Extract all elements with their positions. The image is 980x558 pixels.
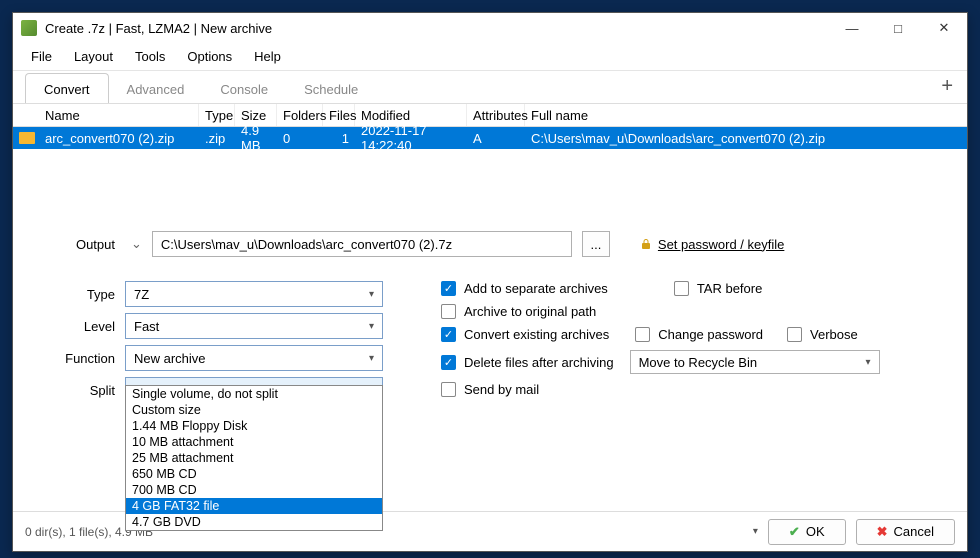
level-dropdown[interactable]: Fast▾ [125,313,383,339]
tab-console[interactable]: Console [202,74,286,103]
cell-folders: 0 [277,131,323,146]
cell-size: 4.9 MB [235,123,277,153]
split-opt-25mb[interactable]: 25 MB attachment [126,450,382,466]
chevron-down-icon: ▾ [369,353,374,364]
type-label: Type [31,287,115,302]
col-folders[interactable]: Folders [277,104,323,126]
function-dropdown[interactable]: New archive▾ [125,345,383,371]
col-name[interactable]: Name [39,104,199,126]
ok-button[interactable]: ✔OK [768,519,846,545]
output-label: Output [31,237,115,252]
output-path-input[interactable] [152,231,572,257]
main-window: Create .7z | Fast, LZMA2 | New archive ―… [12,12,968,552]
browse-button[interactable]: ... [582,231,610,257]
close-button[interactable]: ✕ [921,13,967,43]
chk-delete-after[interactable]: ✓ [441,355,456,370]
split-opt-dvd[interactable]: 4.7 GB DVD [126,514,382,530]
archive-icon [19,132,35,144]
check-icon: ✔ [789,524,800,540]
app-icon [21,20,37,36]
split-opt-10mb[interactable]: 10 MB attachment [126,434,382,450]
chevron-down-icon: ▾ [369,321,374,332]
split-opt-650cd[interactable]: 650 MB CD [126,466,382,482]
col-attributes[interactable]: Attributes [467,104,525,126]
tab-advanced[interactable]: Advanced [109,74,203,103]
output-chevron-icon[interactable]: ⌄ [131,236,142,252]
x-icon: ✖ [877,524,888,540]
split-label: Split [31,383,115,398]
chevron-down-icon: ▾ [369,289,374,300]
cell-attributes: A [467,131,525,146]
file-list-header: Name Type Size Folders Files Modified At… [13,103,967,127]
split-opt-custom[interactable]: Custom size [126,402,382,418]
chevron-down-icon[interactable]: ▾ [753,526,758,537]
right-options: ✓Add to separate archives TAR before Arc… [441,281,949,403]
type-dropdown[interactable]: 7Z▾ [125,281,383,307]
cell-modified: 2022-11-17 14:22:40 [355,123,467,153]
recycle-dropdown[interactable]: Move to Recycle Bin▾ [630,350,880,374]
split-opt-single[interactable]: Single volume, do not split [126,386,382,402]
add-tab-button[interactable]: + [941,75,953,98]
chk-convert-existing[interactable]: ✓ [441,327,456,342]
settings-panel: Output ⌄ ... Set password / keyfile Type… [13,213,967,511]
row-archive-orig: Archive to original path [441,304,949,319]
row-add-separate: ✓Add to separate archives TAR before [441,281,949,296]
minimize-button[interactable]: ― [829,13,875,43]
row-convert-existing: ✓Convert existing archives Change passwo… [441,327,949,342]
cancel-button[interactable]: ✖Cancel [856,519,955,545]
chk-add-separate[interactable]: ✓ [441,281,456,296]
split-dropdown-list: Single volume, do not split Custom size … [125,385,383,531]
output-row: Output ⌄ ... Set password / keyfile [31,231,949,257]
menu-options[interactable]: Options [177,45,242,68]
menu-tools[interactable]: Tools [125,45,175,68]
split-opt-700cd[interactable]: 700 MB CD [126,482,382,498]
set-password-link[interactable]: Set password / keyfile [640,237,784,252]
level-label: Level [31,319,115,334]
lock-icon [640,237,652,251]
menu-layout[interactable]: Layout [64,45,123,68]
chk-change-pw[interactable] [635,327,650,342]
cell-fullname: C:\Users\mav_u\Downloads\arc_convert070 … [525,131,967,146]
function-label: Function [31,351,115,366]
titlebar: Create .7z | Fast, LZMA2 | New archive ―… [13,13,967,43]
chk-verbose[interactable] [787,327,802,342]
menu-help[interactable]: Help [244,45,291,68]
col-files[interactable]: Files [323,104,355,126]
col-fullname[interactable]: Full name [525,104,967,126]
status-buttons: ▾ ✔OK ✖Cancel [753,519,955,545]
cell-type: .zip [199,131,235,146]
tab-schedule[interactable]: Schedule [286,74,376,103]
chevron-down-icon: ▾ [866,357,871,368]
split-opt-floppy[interactable]: 1.44 MB Floppy Disk [126,418,382,434]
file-list-area: Name Type Size Folders Files Modified At… [13,103,967,213]
split-opt-4gb[interactable]: 4 GB FAT32 file [126,498,382,514]
table-row[interactable]: arc_convert070 (2).zip .zip 4.9 MB 0 1 2… [13,127,967,149]
row-send-mail: Send by mail [441,382,949,397]
pw-label: Set password / keyfile [658,237,784,252]
tabbar: Convert Advanced Console Schedule + [13,71,967,103]
window-title: Create .7z | Fast, LZMA2 | New archive [45,21,829,36]
chk-tar-before[interactable] [674,281,689,296]
chk-send-mail[interactable] [441,382,456,397]
cell-files: 1 [323,131,355,146]
maximize-button[interactable]: □ [875,13,921,43]
row-delete-after: ✓Delete files after archiving Move to Re… [441,350,949,374]
menu-file[interactable]: File [21,45,62,68]
menubar: File Layout Tools Options Help [13,43,967,71]
tab-convert[interactable]: Convert [25,73,109,103]
cell-name: arc_convert070 (2).zip [39,131,199,146]
chk-archive-orig[interactable] [441,304,456,319]
col-type[interactable]: Type [199,104,235,126]
